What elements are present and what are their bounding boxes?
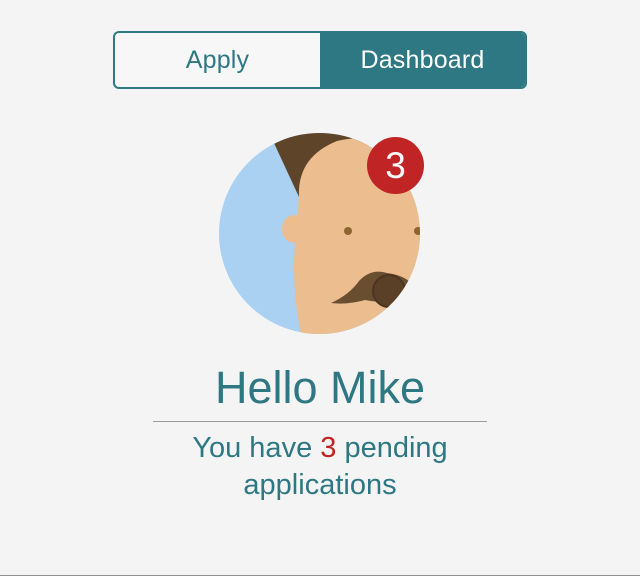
pending-count: 3 — [320, 432, 337, 464]
tab-apply[interactable]: Apply — [115, 33, 320, 87]
avatar[interactable]: 3 — [219, 133, 424, 334]
greeting-heading: Hello Mike — [214, 362, 426, 413]
tab-switcher: Apply Dashboard — [113, 31, 527, 89]
tab-dashboard[interactable]: Dashboard — [320, 33, 525, 87]
dashboard-page: Apply Dashboard 3 Hello Mike You have 3 … — [0, 0, 640, 576]
notification-badge: 3 — [367, 137, 424, 194]
divider — [153, 421, 487, 422]
pending-prefix: You have — [192, 432, 313, 464]
pending-applications-message: You have 3 pending applications — [153, 430, 487, 504]
